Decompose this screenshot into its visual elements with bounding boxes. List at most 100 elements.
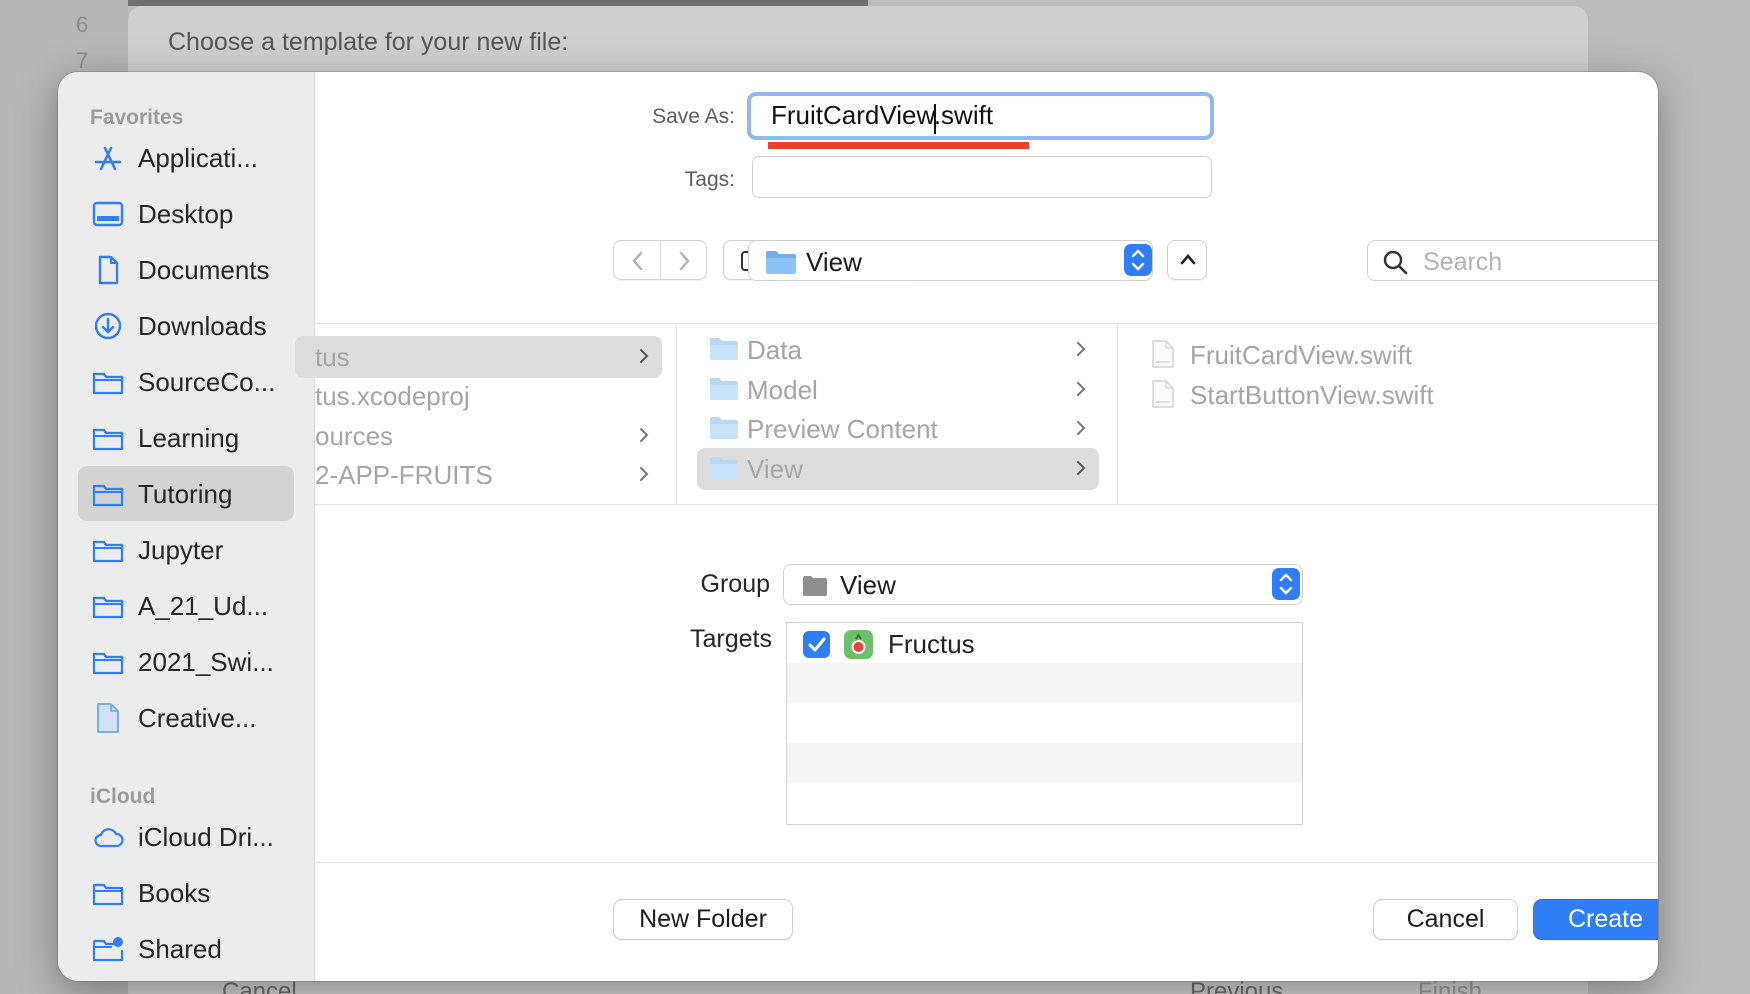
sidebar-item-a21[interactable]: A_21_Ud... bbox=[78, 578, 294, 633]
targets-list: Fructus bbox=[786, 622, 1303, 825]
folder-icon bbox=[710, 338, 738, 360]
folder-icon bbox=[92, 484, 124, 507]
browser-column-3: FruitCardView.swift StartButtonView.swif… bbox=[1118, 324, 1658, 504]
browser-row[interactable]: Model bbox=[697, 369, 1099, 411]
app-target-icon bbox=[844, 630, 873, 659]
search-field[interactable]: Search bbox=[1367, 240, 1658, 281]
shared-folder-icon bbox=[92, 937, 124, 962]
browser-row-label: tus.xcodeproj bbox=[315, 381, 470, 411]
create-button[interactable]: Create bbox=[1533, 899, 1658, 940]
browser-row-label: Model bbox=[747, 375, 818, 405]
search-placeholder: Search bbox=[1423, 248, 1503, 276]
browser-row-label: StartButtonView.swift bbox=[1190, 380, 1434, 410]
browser-row-label: 2-APP-FRUITS bbox=[315, 460, 493, 490]
browser-column-2: Data Model Preview Content View bbox=[677, 324, 1117, 504]
text-caret bbox=[934, 104, 936, 134]
forward-chevron-icon[interactable] bbox=[674, 250, 694, 272]
sidebar-item-books[interactable]: Books bbox=[78, 865, 294, 920]
cancel-button[interactable]: Cancel bbox=[1373, 899, 1518, 940]
group-folder-icon bbox=[803, 576, 827, 596]
browser-row[interactable]: tus bbox=[295, 336, 662, 378]
sidebar-item-jupyter[interactable]: Jupyter bbox=[78, 522, 294, 577]
location-popup[interactable]: View bbox=[748, 240, 1153, 281]
search-icon bbox=[1383, 250, 1408, 275]
sidebar-item-label: Downloads bbox=[138, 311, 267, 341]
sidebar-item-downloads[interactable]: Downloads bbox=[78, 298, 294, 353]
main-pane: Save As: FruitCardView.swift Tags: View bbox=[295, 72, 1658, 981]
browser-row[interactable]: ources bbox=[295, 415, 662, 457]
chevron-up-icon bbox=[1180, 254, 1196, 265]
back-chevron-icon[interactable] bbox=[628, 250, 648, 272]
desktop-icon bbox=[92, 201, 124, 227]
target-name: Fructus bbox=[888, 629, 975, 659]
browser-row-label: tus bbox=[315, 342, 350, 372]
targets-label: Targets bbox=[690, 625, 772, 653]
browser-row[interactable]: Data bbox=[697, 329, 1099, 371]
sidebar-item-tutoring[interactable]: Tutoring bbox=[78, 466, 294, 521]
save-as-field[interactable]: FruitCardView.swift bbox=[747, 92, 1214, 140]
folder-icon bbox=[710, 378, 738, 400]
swift-file-icon bbox=[1152, 380, 1174, 408]
sidebar-item-label: iCloud Dri... bbox=[138, 822, 274, 852]
target-checkbox[interactable] bbox=[803, 631, 830, 658]
back-forward-group bbox=[613, 240, 707, 280]
column-browser: tus tus.xcodeproj ources 2-APP-FRUITS Da… bbox=[295, 323, 1658, 505]
folder-icon bbox=[92, 596, 124, 619]
sidebar-item-applications[interactable]: Applicati... bbox=[78, 130, 294, 185]
sidebar-item-documents[interactable]: Documents bbox=[78, 242, 294, 297]
chevron-right-icon bbox=[1077, 461, 1086, 475]
sidebar-item-icloud-drive[interactable]: iCloud Dri... bbox=[78, 809, 294, 864]
browser-row[interactable]: FruitCardView.swift bbox=[1138, 334, 1638, 376]
folder-icon bbox=[92, 428, 124, 451]
save-as-label: Save As: bbox=[652, 105, 735, 128]
browser-row-label: ources bbox=[315, 421, 394, 451]
line-number: 7 bbox=[76, 48, 89, 73]
folder-icon bbox=[92, 372, 124, 395]
browser-row[interactable]: Preview Content bbox=[697, 408, 1099, 450]
target-row[interactable]: Fructus bbox=[787, 623, 1302, 663]
browser-row[interactable]: View bbox=[697, 448, 1099, 490]
sidebar-item-desktop[interactable]: Desktop bbox=[78, 186, 294, 241]
tags-field[interactable] bbox=[752, 156, 1212, 198]
chevron-right-icon bbox=[640, 349, 649, 363]
location-value: View bbox=[806, 247, 862, 277]
folder-icon bbox=[92, 883, 124, 906]
sidebar-item-learning[interactable]: Learning bbox=[78, 410, 294, 465]
browser-row[interactable]: 2-APP-FRUITS bbox=[295, 454, 662, 496]
sidebar-item-shared[interactable]: Shared bbox=[78, 921, 294, 976]
browser-row[interactable]: tus.xcodeproj bbox=[295, 375, 662, 417]
sidebar-item-label: Learning bbox=[138, 423, 240, 453]
folder-icon bbox=[710, 457, 738, 479]
browser-row[interactable]: StartButtonView.swift bbox=[1138, 374, 1638, 416]
chevron-right-icon bbox=[1077, 342, 1086, 356]
sidebar-item-label: Books bbox=[138, 878, 211, 908]
annotation-underline bbox=[768, 142, 1029, 149]
sidebar-item-creative[interactable]: Creative... bbox=[78, 690, 294, 745]
cloud-icon bbox=[94, 828, 124, 848]
browser-row-label: FruitCardView.swift bbox=[1190, 340, 1413, 370]
chevron-right-icon bbox=[640, 467, 649, 481]
sidebar-section-favorites: Favorites bbox=[90, 106, 184, 129]
sidebar-item-label: A_21_Ud... bbox=[138, 591, 269, 621]
expand-collapse-button[interactable] bbox=[1167, 240, 1207, 280]
downloads-icon bbox=[94, 312, 122, 340]
chevron-right-icon bbox=[640, 428, 649, 442]
group-popup[interactable]: View bbox=[783, 564, 1303, 605]
sidebar-item-label: Tutoring bbox=[138, 479, 233, 509]
browser-column-1: tus tus.xcodeproj ources 2-APP-FRUITS bbox=[295, 324, 675, 504]
sidebar-item-label: Creative... bbox=[138, 703, 257, 733]
folder-icon bbox=[92, 652, 124, 675]
sidebar-item-sourcecode[interactable]: SourceCo... bbox=[78, 354, 294, 409]
sidebar-item-2021-swift[interactable]: 2021_Swi... bbox=[78, 634, 294, 689]
folder-icon bbox=[766, 251, 796, 274]
group-value: View bbox=[840, 570, 896, 600]
sidebar-item-label: Applicati... bbox=[138, 143, 258, 173]
save-as-value: FruitCardView.swift bbox=[771, 100, 994, 130]
browser-row-label: View bbox=[747, 454, 803, 484]
footer-divider bbox=[315, 862, 1658, 863]
save-dialog: Favorites Applicati... Desktop Documents… bbox=[58, 72, 1658, 981]
chevron-right-icon bbox=[1077, 382, 1086, 396]
new-folder-button[interactable]: New Folder bbox=[613, 899, 793, 940]
tags-label: Tags: bbox=[684, 168, 735, 191]
sidebar-item-label: SourceCo... bbox=[138, 367, 276, 397]
